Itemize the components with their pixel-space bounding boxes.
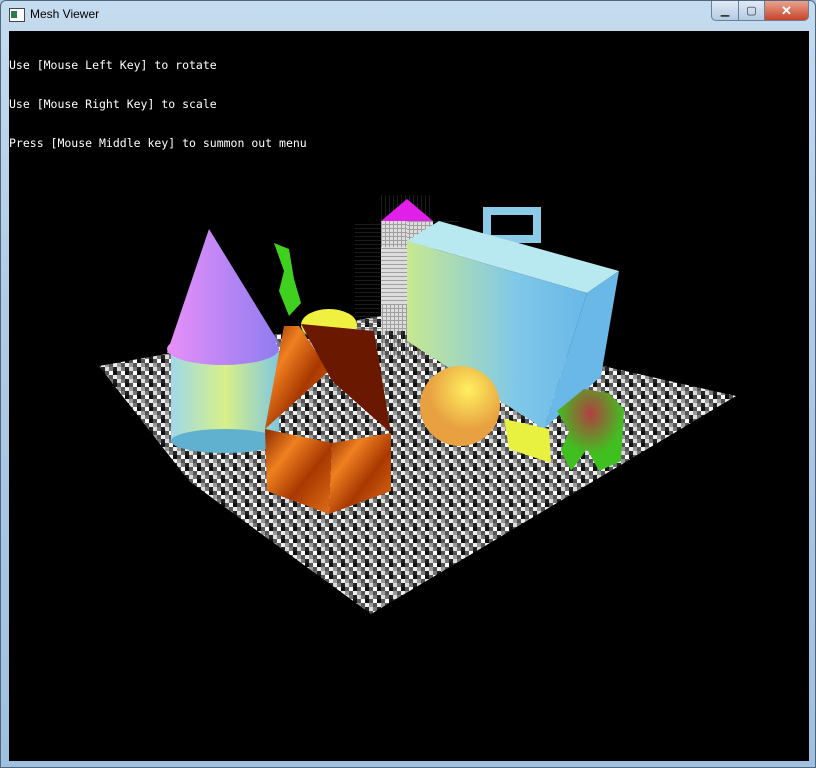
maximize-button[interactable]: ▢ [739,1,765,21]
help-line-scale: Use [Mouse Right Key] to scale [9,97,217,111]
help-line-rotate: Use [Mouse Left Key] to rotate [9,58,217,72]
help-text: Use [Mouse Left Key] to rotate Use [Mous… [9,33,307,176]
app-icon [9,8,25,22]
cone-on-cylinder [167,229,279,453]
window-title: Mesh Viewer [30,7,100,21]
help-line-menu: Press [Mouse Middle key] to summon out m… [9,136,307,150]
title-bar[interactable]: Mesh Viewer ▁ ▢ ✕ [1,1,816,31]
viewport-canvas[interactable]: Use [Mouse Left Key] to rotate Use [Mous… [9,31,809,761]
sphere [420,366,500,446]
minimize-button[interactable]: ▁ [711,1,739,21]
close-button[interactable]: ✕ [765,1,809,21]
green-figure-small [274,243,301,316]
window-frame: Mesh Viewer ▁ ▢ ✕ Use [Mouse Left Key] t… [0,0,816,768]
